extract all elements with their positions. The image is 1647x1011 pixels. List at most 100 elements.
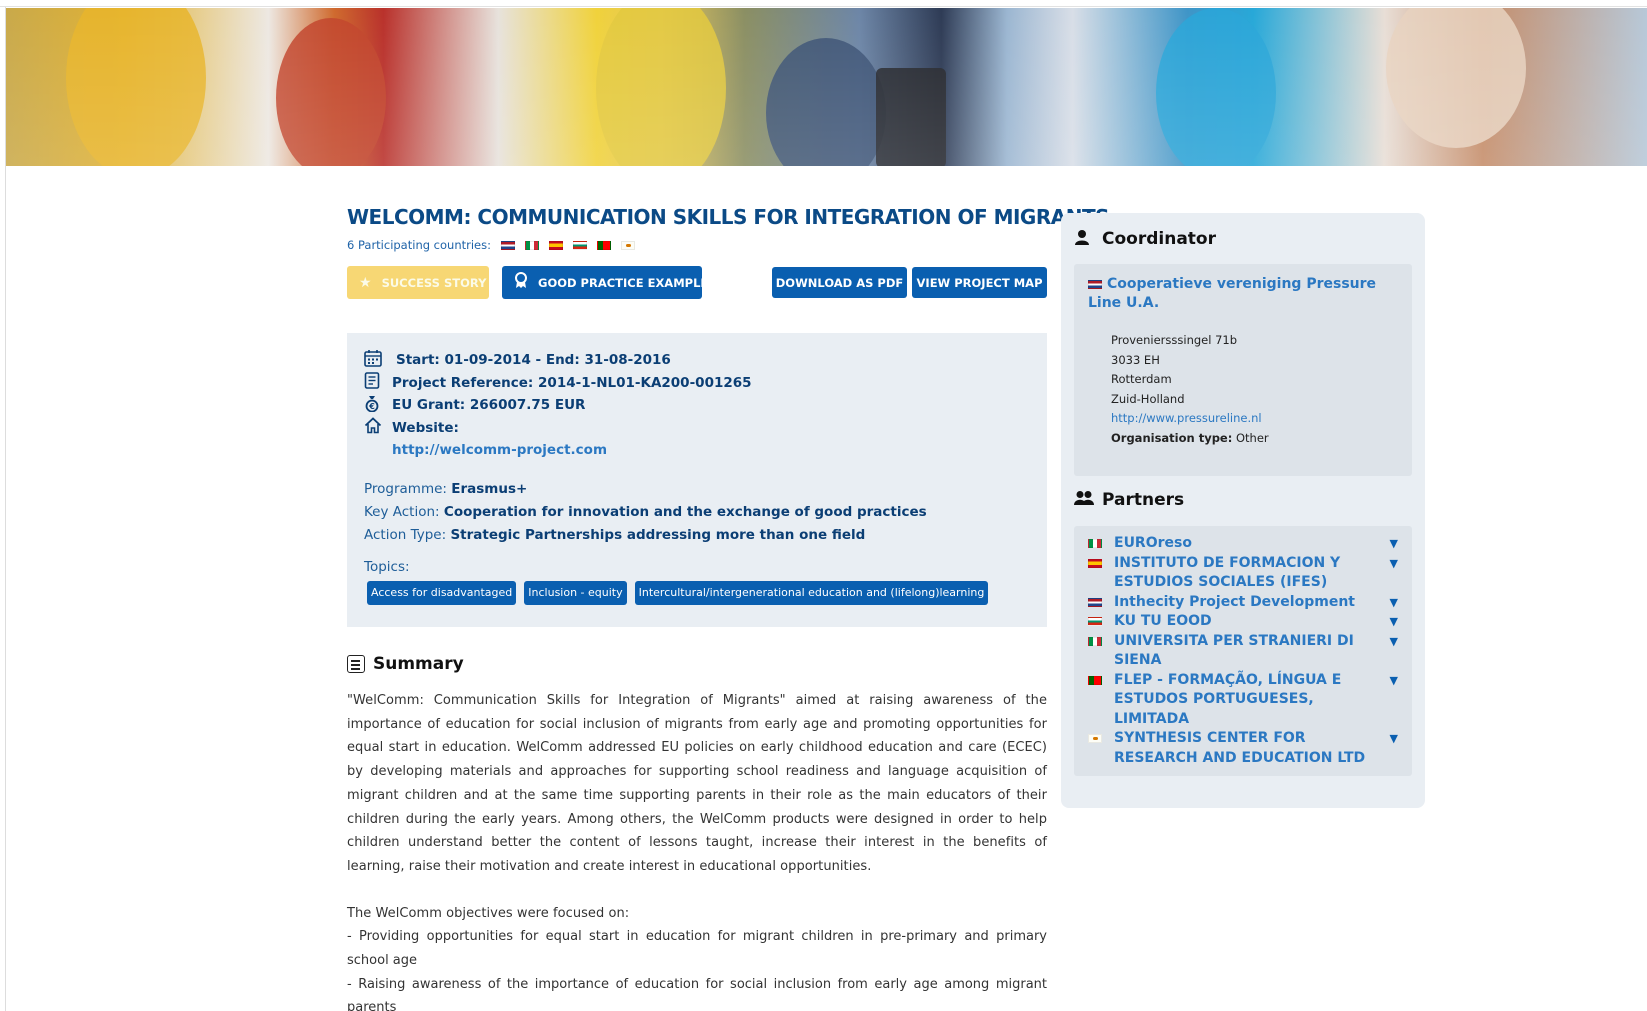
project-website-link[interactable]: http://welcomm-project.com (392, 439, 1030, 461)
project-info-box: Start: 01-09-2014 - End: 31-08-2016 Proj… (347, 333, 1047, 627)
triangle-down-icon[interactable]: ▼ (1386, 534, 1398, 554)
topics-label: Topics: (364, 559, 410, 575)
key-action-label: Key Action: (364, 504, 440, 520)
website-label: Website: (392, 419, 459, 436)
success-story-button[interactable]: ★ SUCCESS STORY (347, 266, 489, 299)
grant-row: € EU Grant: 266007.75 EUR (364, 394, 1030, 417)
coordinator-box: Cooperatieve vereniging Pressure Line U.… (1074, 264, 1412, 476)
programme-row: Programme: Erasmus+ (364, 478, 1030, 501)
coordinator-heading: Coordinator (1074, 225, 1412, 253)
address-region: Zuid-Holland (1111, 391, 1185, 406)
triangle-down-icon[interactable]: ▼ (1386, 554, 1398, 574)
flag-italy-icon (525, 240, 539, 250)
good-practice-label: GOOD PRACTICE EXAMPLE (538, 275, 709, 290)
coordinator-website-link[interactable]: http://www.pressureline.nl (1111, 411, 1262, 425)
summary-title: Summary (373, 654, 464, 674)
partner-name: EUROreso (1114, 535, 1192, 551)
users-group-icon (1074, 490, 1094, 510)
address-street: Proveniersssingel 71b (1111, 333, 1238, 347)
reference-row: Project Reference: 2014-1-NL01-KA200-001… (364, 372, 1030, 395)
partner-name: SYNTHESIS CENTER FOR RESEARCH AND EDUCAT… (1114, 730, 1366, 766)
reference-text: Project Reference: 2014-1-NL01-KA200-001… (392, 374, 752, 391)
programme-label: Programme: (364, 481, 447, 497)
summary-paragraph: "WelComm: Communication Skills for Integ… (347, 693, 1047, 874)
objective-item: - Raising awareness of the importance of… (347, 976, 1047, 1011)
organisation-type: Organisation type: Other (1111, 429, 1398, 449)
partner-item[interactable]: Inthecity Project Development ▼ (1088, 593, 1398, 613)
triangle-down-icon[interactable]: ▼ (1386, 632, 1398, 652)
top-edge (0, 0, 1647, 7)
action-type-row: Action Type: Strategic Partnerships addr… (364, 524, 1030, 547)
triangle-down-icon[interactable]: ▼ (1386, 593, 1398, 613)
address-city: Rotterdam (1111, 372, 1172, 386)
partner-item[interactable]: INSTITUTO DE FORMACION Y ESTUDIOS SOCIAL… (1088, 554, 1398, 593)
action-buttons: ★ SUCCESS STORY GOOD PRACTICE EXAMPLE DO… (347, 266, 1047, 302)
partners-heading: Partners (1074, 486, 1412, 514)
website-row: Website: (364, 417, 1030, 440)
coordinator-name-text: Cooperatieve vereniging Pressure Line U.… (1088, 276, 1377, 311)
flag-cyprus-icon (1088, 734, 1102, 743)
partner-item[interactable]: FLEP - FORMAÇÃO, LÍNGUA E ESTUDOS PORTUG… (1088, 671, 1398, 730)
dates-row: Start: 01-09-2014 - End: 31-08-2016 (364, 349, 1030, 372)
org-type-label: Organisation type: (1111, 430, 1233, 445)
coordinator-name[interactable]: Cooperatieve vereniging Pressure Line U.… (1088, 275, 1398, 313)
flag-portugal-icon (597, 240, 611, 250)
flag-netherlands-icon (1088, 279, 1102, 289)
summary-icon (347, 655, 365, 673)
triangle-down-icon[interactable]: ▼ (1386, 612, 1398, 632)
calendar-icon (364, 349, 386, 371)
coordinator-address: Proveniersssingel 71b 3033 EH Rotterdam … (1088, 331, 1398, 448)
flag-spain-icon (1088, 558, 1102, 568)
flag-bulgaria-icon (1088, 617, 1102, 626)
key-action-row: Key Action: Cooperation for innovation a… (364, 501, 1030, 524)
address-postcode: 3033 EH (1111, 352, 1160, 367)
flag-portugal-icon (1088, 675, 1102, 685)
triangle-down-icon[interactable]: ▼ (1386, 729, 1398, 749)
flag-italy-icon (1088, 539, 1102, 548)
view-project-map-button[interactable]: VIEW PROJECT MAP (912, 267, 1047, 298)
key-action-value: Cooperation for innovation and the excha… (443, 504, 927, 520)
partner-name: FLEP - FORMAÇÃO, LÍNGUA E ESTUDOS PORTUG… (1114, 671, 1342, 727)
topic-tag[interactable]: Inclusion - equity (524, 581, 627, 605)
partner-item[interactable]: KU TU EOOD ▼ (1088, 612, 1398, 632)
flag-spain-icon (549, 240, 563, 250)
coordinator-title: Coordinator (1102, 229, 1216, 249)
grant-text: EU Grant: 266007.75 EUR (392, 397, 586, 414)
partner-item[interactable]: SYNTHESIS CENTER FOR RESEARCH AND EDUCAT… (1088, 729, 1398, 768)
objective-item: - Providing opportunities for equal star… (347, 929, 1047, 969)
star-icon: ★ (359, 274, 372, 291)
partner-name: Inthecity Project Development (1114, 593, 1355, 610)
project-main: WELCOMM: COMMUNICATION SKILLS FOR INTEGR… (347, 198, 1110, 1011)
document-icon (364, 372, 386, 393)
home-icon (364, 417, 386, 438)
partner-item[interactable]: UNIVERSITA PER STRANIERI DI SIENA ▼ (1088, 632, 1398, 671)
sidebar-panel: Coordinator Cooperatieve vereniging Pres… (1061, 213, 1425, 808)
partner-name: KU TU EOOD (1114, 613, 1212, 629)
partners-list: EUROreso ▼ INSTITUTO DE FORMACION Y ESTU… (1074, 526, 1412, 776)
programme-value: Erasmus+ (451, 481, 528, 497)
flag-netherlands-icon (501, 240, 515, 250)
objectives-intro: The WelComm objectives were focused on: (347, 905, 630, 921)
download-pdf-button[interactable]: DOWNLOAD AS PDF (772, 267, 907, 298)
triangle-down-icon[interactable]: ▼ (1386, 671, 1398, 691)
header-banner-image (6, 8, 1647, 166)
money-bag-icon: € (364, 395, 386, 416)
topic-tag[interactable]: Intercultural/intergenerational educatio… (634, 581, 989, 605)
partner-item[interactable]: EUROreso ▼ (1088, 534, 1398, 554)
participating-countries-label: 6 Participating countries: (347, 238, 491, 252)
flag-cyprus-icon (621, 240, 635, 250)
success-story-label: SUCCESS STORY (381, 275, 487, 290)
participating-countries: 6 Participating countries: (347, 236, 1047, 254)
partners-title: Partners (1102, 490, 1185, 510)
dates-text: Start: 01-09-2014 - End: 31-08-2016 (396, 352, 671, 369)
action-type-value: Strategic Partnerships addressing more t… (450, 527, 866, 543)
flag-italy-icon (1088, 636, 1102, 646)
topic-tag[interactable]: Access for disadvantaged (367, 581, 517, 605)
action-type-label: Action Type: (364, 527, 447, 543)
good-practice-button[interactable]: GOOD PRACTICE EXAMPLE (502, 266, 708, 299)
svg-text:€: € (368, 402, 375, 411)
topic-tags: Access for disadvantaged Inclusion - equ… (364, 581, 1030, 605)
project-title: WELCOMM: COMMUNICATION SKILLS FOR INTEGR… (347, 205, 1110, 229)
award-ribbon-icon (514, 272, 528, 293)
partner-name: INSTITUTO DE FORMACION Y ESTUDIOS SOCIAL… (1114, 554, 1341, 591)
